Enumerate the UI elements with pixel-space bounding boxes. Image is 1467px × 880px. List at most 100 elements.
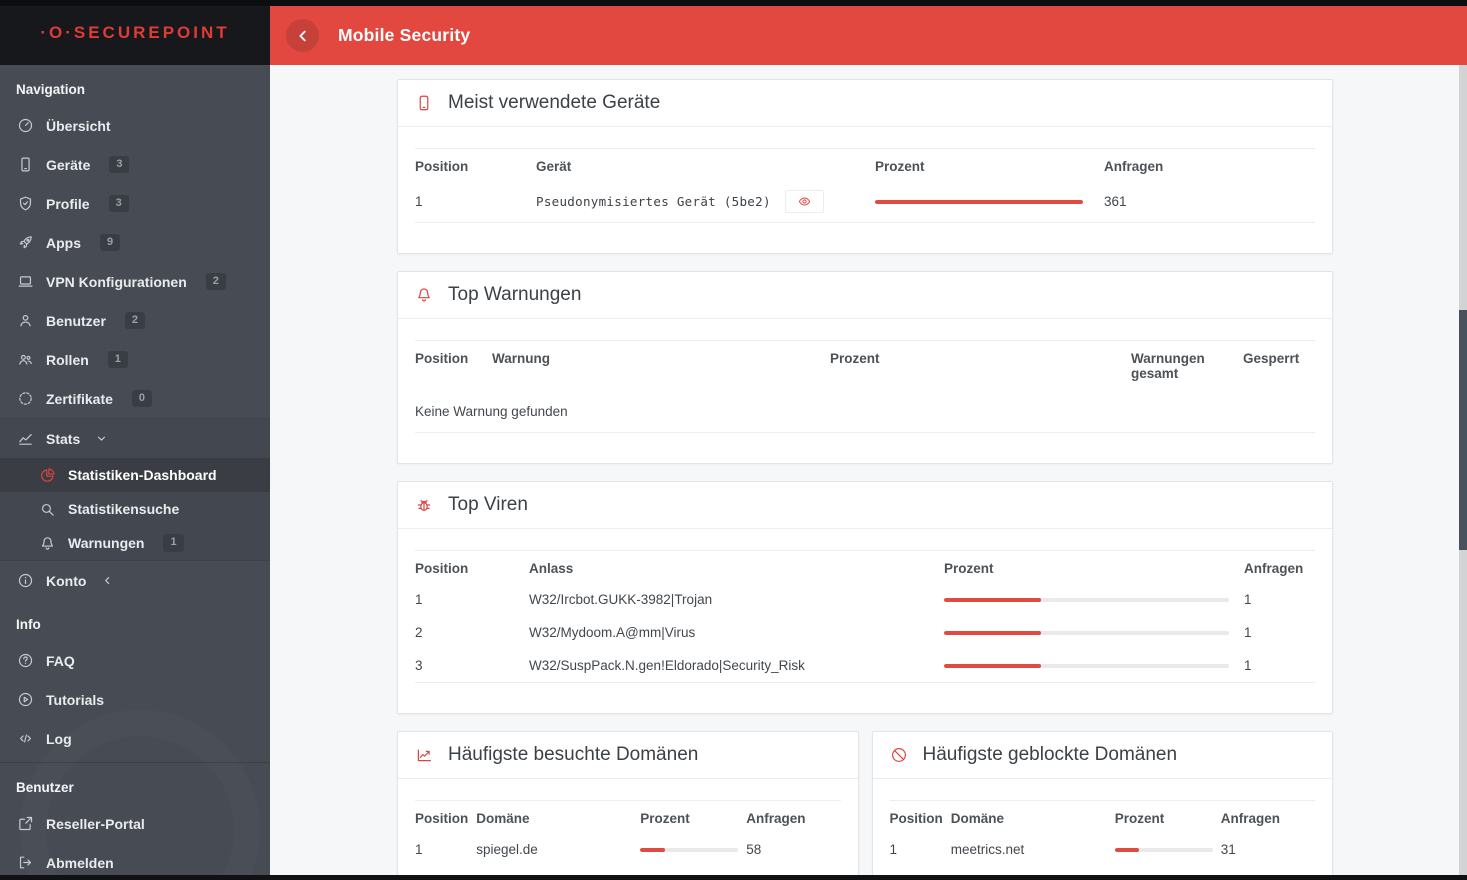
- col-percent: Prozent: [875, 159, 925, 174]
- col-requests: Anfragen: [746, 811, 806, 826]
- col-percent: Prozent: [640, 811, 690, 826]
- count-badge: 0: [131, 389, 153, 408]
- col-position: Position: [415, 561, 469, 576]
- progress-bar: [640, 847, 739, 852]
- col-position: Position: [889, 811, 943, 826]
- sidebar-item-zertifikate[interactable]: Zertifikate 0: [0, 379, 270, 418]
- cell-requests: 1: [1244, 592, 1252, 607]
- cell-position: 3: [415, 649, 529, 683]
- mobile-icon: [16, 156, 34, 173]
- col-device: Gerät: [536, 159, 572, 174]
- question-circle-icon: [16, 652, 34, 669]
- cell-domain: meetrics.net: [950, 842, 1025, 857]
- sidebar-item-label: Benutzer: [46, 312, 106, 329]
- sidebar-item-stats[interactable]: Stats: [0, 419, 270, 458]
- table-header-row: Position Warnung Prozent Warnungen gesam…: [415, 341, 1315, 389]
- chevron-down-icon: [96, 433, 107, 444]
- sidebar-item-label: Reseller-Portal: [46, 815, 145, 832]
- users-icon: [16, 351, 34, 368]
- card-body: Position Gerät Prozent Anfragen 1 Pseudo…: [398, 127, 1332, 253]
- table-row: 3 W32/SuspPack.N.gen!Eldorado|Security_R…: [415, 649, 1315, 683]
- card-body: Position Anlass Prozent Anfragen 1 W32/I…: [398, 529, 1332, 713]
- devices-table: Position Gerät Prozent Anfragen 1 Pseudo…: [415, 148, 1315, 223]
- search-icon: [38, 501, 56, 518]
- sidebar-item-label: Geräte: [46, 156, 91, 173]
- table-header-row: Position Gerät Prozent Anfragen: [415, 149, 1315, 182]
- card-header: Top Viren: [398, 482, 1332, 529]
- bug-icon: [415, 496, 433, 514]
- count-badge: 3: [109, 155, 130, 174]
- cell-device: Pseudonymisiertes Gerät (5be2): [536, 181, 875, 223]
- col-requests: Anfragen: [1244, 561, 1304, 576]
- code-icon: [16, 730, 34, 747]
- empty-state-text: Keine Warnung gefunden: [415, 388, 1315, 433]
- col-requests: Anfragen: [1220, 811, 1281, 826]
- sidebar-item-rollen[interactable]: Rollen 1: [0, 340, 270, 379]
- cell-requests: 31: [1220, 842, 1236, 857]
- page-title: Mobile Security: [338, 25, 471, 45]
- rocket-icon: [16, 234, 34, 251]
- sidebar-item-uebersicht[interactable]: Übersicht: [0, 106, 270, 145]
- sidebar-item-label: Konto: [46, 572, 87, 589]
- sidebar-item-warnungen[interactable]: Warnungen 1: [0, 526, 270, 560]
- sidebar-item-label: Warnungen: [68, 535, 145, 551]
- card-header: Häufigste besuchte Domänen: [398, 732, 858, 779]
- table-header-row: Position Anlass Prozent Anfragen: [415, 551, 1315, 584]
- scrollbar-thumb[interactable]: [1459, 310, 1467, 550]
- cell-domain: spiegel.de: [476, 842, 538, 857]
- logout-icon: [16, 854, 34, 871]
- card-top-viruses: Top Viren Position Anlass Prozent Anfrag…: [397, 481, 1333, 714]
- sidebar-item-statistiken-dashboard[interactable]: Statistiken-Dashboard: [0, 458, 270, 492]
- card-header: Meist verwendete Geräte: [398, 80, 1332, 127]
- sidebar-item-benutzer[interactable]: Benutzer 2: [0, 301, 270, 340]
- sidebar-item-label: VPN Konfigurationen: [46, 273, 187, 290]
- main-area: Mobile Security Meist verwendete Geräte: [270, 0, 1467, 880]
- view-device-button[interactable]: [784, 190, 824, 213]
- mobile-icon: [415, 94, 433, 112]
- cell-percent-bar: [944, 583, 1244, 616]
- col-warning: Warnung: [492, 351, 550, 366]
- progress-bar: [944, 630, 1229, 635]
- col-percent: Prozent: [1114, 811, 1165, 826]
- sidebar-item-vpn-konfigurationen[interactable]: VPN Konfigurationen 2: [0, 262, 270, 301]
- stats-group: Stats Statistiken-Dashboard Statistikens…: [0, 418, 270, 561]
- count-badge: 1: [107, 350, 128, 369]
- count-badge: 2: [124, 311, 146, 330]
- count-badge: 1: [163, 534, 184, 552]
- sidebar-item-konto[interactable]: Konto: [0, 561, 270, 600]
- table-header-row: Position Domäne Prozent Anfragen: [415, 801, 841, 834]
- cell-requests: 58: [746, 842, 762, 857]
- viruses-table: Position Anlass Prozent Anfragen 1 W32/I…: [415, 550, 1315, 683]
- cell-requests: 361: [1104, 181, 1315, 223]
- sidebar-item-statistikensuche[interactable]: Statistikensuche: [0, 492, 270, 526]
- sidebar-item-log[interactable]: Log: [0, 719, 270, 758]
- bell-icon: [38, 535, 56, 552]
- blocked-domains-table: Position Domäne Prozent Anfragen 1 meetr…: [889, 800, 1315, 880]
- cell-percent-bar: [944, 616, 1244, 649]
- laptop-icon: [16, 273, 34, 290]
- card-top-warnings: Top Warnungen Position Warnung Prozent W…: [397, 271, 1333, 464]
- col-position: Position: [415, 811, 469, 826]
- progress-bar: [944, 663, 1229, 668]
- cell-percent-bar: [875, 181, 1104, 223]
- app-window: ·O·SECUREPOINT Navigation Übersicht Gerä…: [0, 0, 1467, 880]
- sidebar-item-tutorials[interactable]: Tutorials: [0, 680, 270, 719]
- card-body: Position Warnung Prozent Warnungen gesam…: [398, 319, 1332, 463]
- cell-percent-bar: [944, 649, 1244, 683]
- card-most-blocked-domains: Häufigste geblockte Domänen Position Dom…: [871, 731, 1333, 880]
- sidebar-item-reseller-portal[interactable]: Reseller-Portal: [0, 804, 270, 843]
- visited-domains-table: Position Domäne Prozent Anfragen 1 spieg…: [415, 800, 841, 880]
- cell-requests: 1: [1244, 625, 1252, 640]
- sidebar-item-faq[interactable]: FAQ: [0, 641, 270, 680]
- sidebar-item-geraete[interactable]: Geräte 3: [0, 145, 270, 184]
- back-button[interactable]: [286, 19, 319, 52]
- table-row: 2 W32/Mydoom.A@mm|Virus 1: [415, 616, 1315, 649]
- cell-cause: W32/SuspPack.N.gen!Eldorado|Security_Ris…: [529, 649, 944, 683]
- vertical-scrollbar[interactable]: [1459, 65, 1467, 880]
- card-body: Position Domäne Prozent Anfragen 1: [873, 779, 1333, 880]
- sidebar-item-profile[interactable]: Profile 3: [0, 184, 270, 223]
- col-requests: Anfragen: [1104, 159, 1164, 174]
- count-badge: 2: [205, 272, 226, 291]
- cell-position: 1: [889, 842, 898, 857]
- sidebar-item-apps[interactable]: Apps 9: [0, 223, 270, 262]
